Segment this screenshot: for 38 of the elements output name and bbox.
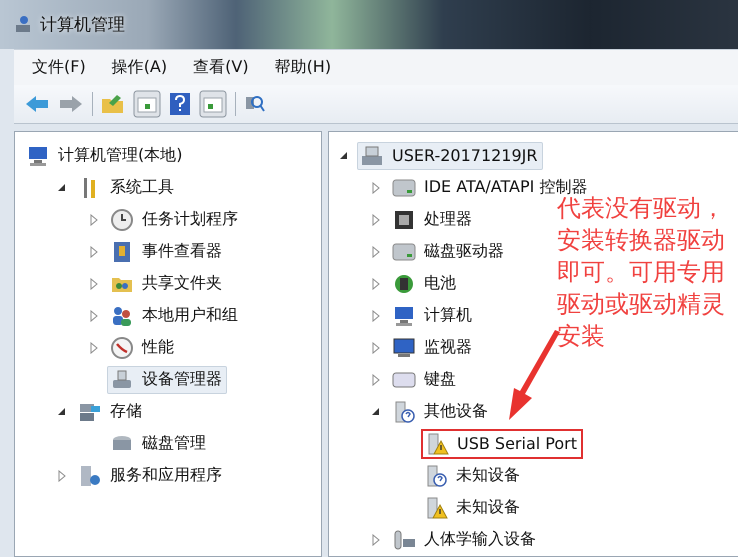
tree-item[interactable]: 未知设备 (421, 494, 525, 522)
clock-icon (110, 208, 134, 232)
help-icon[interactable] (169, 92, 191, 116)
annotation-text: 代表没有驱动，安装转换器驱动即可。可用专用驱动或驱动精灵安装 (557, 194, 726, 352)
tree-item[interactable]: 电池 (389, 270, 461, 298)
tree-item[interactable]: 磁盘驱动器 (389, 238, 509, 266)
tree-item[interactable]: 性能 (107, 334, 179, 362)
back-arrow-icon[interactable] (24, 94, 50, 114)
tree-item[interactable]: 监视器 (389, 334, 477, 362)
tree-item[interactable]: 处理器 (389, 206, 477, 234)
window-icon[interactable] (133, 90, 161, 118)
tree-item[interactable]: 计算机管理(本地) (23, 142, 188, 170)
tree-item[interactable]: 计算机 (389, 302, 477, 330)
tree-item[interactable]: 存储 (75, 398, 147, 426)
menu-item[interactable]: 帮助(H) (274, 57, 332, 78)
menu-item[interactable]: 查看(V) (193, 57, 249, 78)
window-title: 计算机管理 (40, 14, 125, 36)
gauge-icon (110, 336, 134, 360)
folder-icon[interactable] (101, 93, 125, 116)
forward-arrow-icon[interactable] (58, 94, 84, 114)
tree-item[interactable]: USER-20171219JR (357, 142, 542, 170)
tree-item[interactable]: 设备管理器 (107, 366, 227, 394)
menu-item[interactable]: 文件(F) (32, 57, 86, 78)
tree-item[interactable]: 键盘 (389, 366, 461, 394)
tree-item[interactable]: 共享文件夹 (107, 270, 227, 298)
tree-item[interactable]: 未知设备 (421, 462, 525, 490)
tree-item[interactable]: 人体学输入设备 (389, 526, 541, 554)
menu-item[interactable]: 操作(A) (112, 57, 168, 78)
window-icon[interactable] (199, 90, 227, 118)
tree-item[interactable]: 任务计划程序 (107, 206, 243, 234)
tree-item[interactable]: 本地用户和组 (107, 302, 243, 330)
tree-item[interactable]: USB Serial Port (421, 428, 584, 459)
monitor-icon (392, 336, 416, 360)
tree-item[interactable]: 事件查看器 (107, 238, 227, 266)
tree-item[interactable]: 系统工具 (75, 174, 179, 202)
tree-item[interactable]: 服务和应用程序 (75, 462, 227, 490)
tree-item[interactable]: 磁盘管理 (107, 430, 211, 458)
tree-item[interactable]: 其他设备 (389, 398, 493, 426)
